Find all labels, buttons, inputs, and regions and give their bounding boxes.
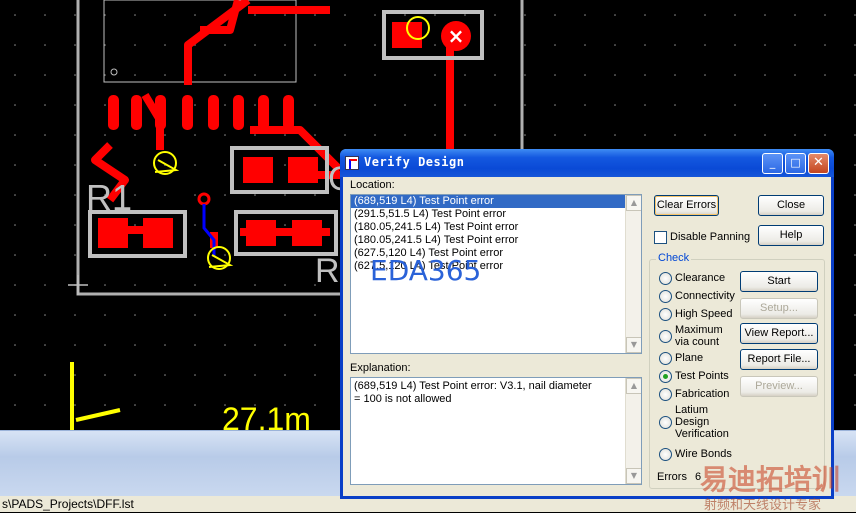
check-radio[interactable] <box>659 290 672 303</box>
check-option-label[interactable]: Test Points <box>675 370 739 382</box>
ref-r: R <box>315 252 340 290</box>
explanation-box[interactable]: (689,519 L4) Test Point error: V3.1, nai… <box>350 377 642 485</box>
check-radio[interactable] <box>659 308 672 321</box>
scroll-down-icon[interactable]: ▼ <box>626 337 641 353</box>
location-label: Location: <box>350 179 395 191</box>
check-group-title: Check <box>656 252 692 264</box>
dimension-label: 27.1m <box>222 401 311 430</box>
explanation-label: Explanation: <box>350 362 411 374</box>
check-radio[interactable] <box>659 330 672 343</box>
report-file-button[interactable]: Report File... <box>740 349 818 370</box>
watermark-site: 易迪拓培训 <box>700 463 841 496</box>
check-option-label[interactable]: Latium Design Verification <box>675 404 739 440</box>
dialog-title: Verify Design <box>364 155 465 169</box>
clear-errors-button[interactable]: Clear Errors <box>654 195 719 216</box>
check-option-label[interactable]: Clearance <box>675 272 739 284</box>
scroll-down-icon[interactable]: ▼ <box>626 468 641 484</box>
check-option-label[interactable]: Connectivity <box>675 290 739 302</box>
preview-button[interactable]: Preview... <box>740 376 818 397</box>
check-radio[interactable] <box>659 370 672 383</box>
start-button[interactable]: Start <box>740 271 818 292</box>
scroll-up-icon[interactable]: ▲ <box>626 195 641 211</box>
check-option-label[interactable]: Maximum via count <box>675 324 739 348</box>
explanation-text: (689,519 L4) Test Point error: V3.1, nai… <box>354 380 592 405</box>
svg-text:×: × <box>448 24 465 48</box>
check-radio[interactable] <box>659 272 672 285</box>
check-radio[interactable] <box>659 448 672 461</box>
view-report-button[interactable]: View Report... <box>740 323 818 344</box>
close-button[interactable]: Close <box>758 195 824 216</box>
check-radio[interactable] <box>659 388 672 401</box>
setup-button[interactable]: Setup... <box>740 298 818 319</box>
dialog-titlebar[interactable]: Verify Design _ □ ✕ <box>340 149 834 177</box>
location-item[interactable]: (180.05,241.5 L4) Test Point error <box>351 234 641 247</box>
app-icon <box>345 156 359 170</box>
location-item[interactable]: (180.05,241.5 L4) Test Point error <box>351 221 641 234</box>
check-option-label[interactable]: High Speed <box>675 308 739 320</box>
check-radio[interactable] <box>659 352 672 365</box>
close-window-button[interactable]: ✕ <box>808 153 829 174</box>
watermark-subtitle: 射频和天线设计专家 <box>704 498 822 513</box>
location-item[interactable]: (291.5,51.5 L4) Test Point error <box>351 208 641 221</box>
disable-panning-label: Disable Panning <box>670 231 751 243</box>
check-option-label[interactable]: Fabrication <box>675 388 739 400</box>
minimize-button[interactable]: _ <box>762 153 783 174</box>
watermark-eda: EDA365 <box>370 254 482 287</box>
explanation-scrollbar[interactable]: ▲ ▼ <box>625 378 641 484</box>
location-scrollbar[interactable]: ▲ ▼ <box>625 195 641 353</box>
check-radio[interactable] <box>659 416 672 429</box>
check-option-label[interactable]: Plane <box>675 352 739 364</box>
maximize-button[interactable]: □ <box>785 153 806 174</box>
verify-design-dialog: Verify Design _ □ ✕ Location: (689,519 L… <box>340 149 834 499</box>
help-button[interactable]: Help <box>758 225 824 246</box>
ref-r1: R1 <box>86 177 132 218</box>
errors-label: Errors <box>657 471 687 483</box>
location-item[interactable]: (689,519 L4) Test Point error <box>351 195 641 208</box>
disable-panning-checkbox[interactable] <box>654 231 667 244</box>
scroll-up-icon[interactable]: ▲ <box>626 378 641 394</box>
